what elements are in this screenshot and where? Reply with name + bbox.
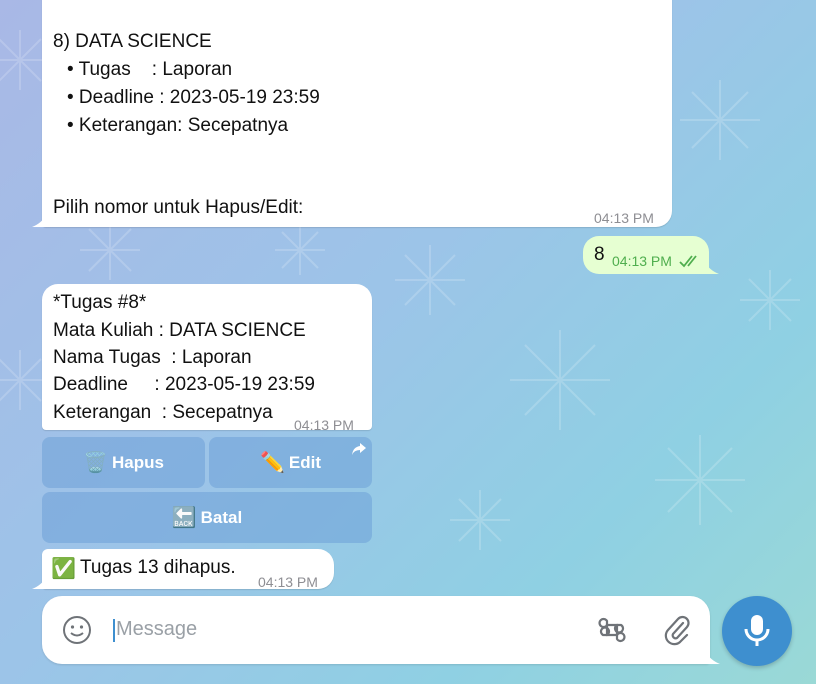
hapus-label: Hapus [111, 452, 164, 472]
batal-label: Batal [200, 507, 243, 527]
list-item-line: • Tugas : Laporan [67, 59, 233, 80]
hapus-button[interactable]: 🗑️ Hapus [42, 437, 205, 488]
text-cursor [113, 619, 115, 642]
pencil-icon: ✏️ [259, 452, 285, 474]
wastebasket-icon: 🗑️ [83, 452, 108, 474]
message-composer: Message [42, 596, 710, 664]
message-time: 04:13 PM [294, 417, 354, 433]
message-input[interactable]: Message [112, 614, 572, 646]
back-arrow-icon: 🔙 [171, 507, 197, 529]
double-check-icon [679, 255, 697, 268]
detail-line: Mata Kuliah : DATA SCIENCE [53, 320, 306, 341]
detail-line: Deadline : 2023-05-19 23:59 [53, 374, 315, 395]
bot-command-icon[interactable] [597, 615, 627, 645]
edit-label: Edit [288, 452, 321, 472]
list-message-bubble: 8) DATA SCIENCE • Tugas : Laporan • Dead… [42, 0, 672, 227]
batal-button[interactable]: 🔙 Batal [42, 492, 372, 543]
user-message-text: 8 [594, 244, 605, 265]
detail-line: *Tugas #8* [53, 292, 147, 313]
deleted-message-text: Tugas 13 dihapus. [80, 557, 236, 578]
list-item-header: 8) DATA SCIENCE [53, 31, 212, 52]
user-message-bubble: 8 04:13 PM [583, 236, 709, 274]
deleted-message-bubble: ✅ Tugas 13 dihapus. 04:13 PM [42, 549, 334, 590]
detail-line: Nama Tugas : Laporan [53, 347, 252, 368]
bubble-tail [32, 215, 46, 227]
check-mark-icon: ✅ [51, 558, 76, 580]
message-time: 04:13 PM [612, 253, 672, 269]
attach-icon[interactable] [662, 614, 692, 646]
message-time: 04:13 PM [258, 574, 318, 590]
edit-button[interactable]: ✏️ Edit [209, 437, 372, 488]
bubble-tail [705, 262, 719, 274]
message-placeholder: Message [116, 618, 198, 640]
microphone-icon [744, 615, 770, 646]
detail-line: Keterangan : Secepatnya [53, 402, 273, 423]
list-item-line: • Deadline : 2023-05-19 23:59 [67, 87, 320, 108]
mic-button[interactable] [722, 596, 792, 666]
list-prompt: Pilih nomor untuk Hapus/Edit: [53, 197, 304, 218]
bubble-tail [706, 652, 720, 664]
task-detail-bubble: *Tugas #8* Mata Kuliah : DATA SCIENCE Na… [42, 284, 372, 433]
emoji-icon[interactable] [62, 615, 92, 645]
message-time: 04:13 PM [594, 210, 654, 226]
list-item-line: • Keterangan: Secepatnya [67, 115, 289, 136]
bubble-tail [32, 577, 46, 589]
share-arrow-icon [352, 443, 366, 455]
